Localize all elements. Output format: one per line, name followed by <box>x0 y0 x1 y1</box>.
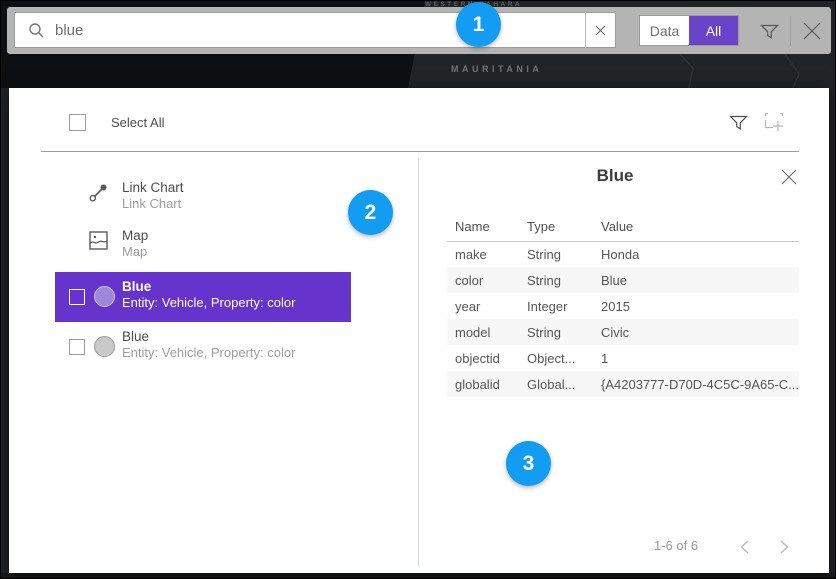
entity-circle-icon <box>94 336 115 357</box>
search-toolbar: Data All <box>7 7 831 54</box>
cell-name: model <box>447 319 519 345</box>
chevron-left-icon <box>740 540 749 554</box>
table-row: objectid Object... 1 <box>447 345 799 371</box>
filter-button[interactable] <box>755 17 783 45</box>
result-subtitle: Link Chart <box>122 196 351 212</box>
cell-name: color <box>447 267 519 293</box>
results-filter-button[interactable] <box>725 109 751 135</box>
callout-badge-1: 1 <box>456 2 501 47</box>
toolbar-divider <box>790 16 791 46</box>
result-title: Map <box>122 228 351 244</box>
next-page-button[interactable] <box>772 535 796 559</box>
cell-value: 2015 <box>593 293 799 319</box>
map-boundary-lines <box>585 54 835 88</box>
cell-value: Civic <box>593 319 799 345</box>
table-row: model String Civic <box>447 319 799 345</box>
callout-badge-2: 2 <box>348 190 393 235</box>
pagination: 1-6 of 6 <box>418 534 812 558</box>
column-header-type: Type <box>519 219 593 241</box>
map-label-mauritania: MAURITANIA <box>451 64 542 74</box>
result-title: Blue <box>122 329 351 345</box>
cell-type: Integer <box>519 293 593 319</box>
search-input[interactable] <box>55 22 585 39</box>
map-icon <box>88 230 109 256</box>
cell-name: make <box>447 241 519 267</box>
callout-badge-3: 3 <box>506 441 551 486</box>
toggle-data-option[interactable]: Data <box>640 16 689 45</box>
result-checkbox[interactable] <box>69 289 85 305</box>
result-subtitle: Entity: Vehicle, Property: color <box>122 345 351 361</box>
previous-page-button[interactable] <box>732 535 756 559</box>
close-search-button[interactable] <box>797 17 827 45</box>
toggle-all-option[interactable]: All <box>689 16 738 45</box>
cell-name: year <box>447 293 519 319</box>
search-icon <box>28 22 45 39</box>
header-divider <box>41 151 799 152</box>
link-chart-icon <box>88 182 109 208</box>
column-header-value: Value <box>593 219 799 241</box>
cell-value: Honda <box>593 241 799 267</box>
cell-value: Blue <box>593 267 799 293</box>
entity-circle-icon <box>94 286 115 307</box>
table-row: globalid Global... {A4203777-D70D-4C5C-9… <box>447 371 799 397</box>
search-results-panel: Select All Link Chart Link Chart Map <box>9 88 829 573</box>
table-row: year Integer 2015 <box>447 293 799 319</box>
scope-toggle: Data All <box>639 15 739 46</box>
cell-type: String <box>519 319 593 345</box>
cell-name: objectid <box>447 345 519 371</box>
result-subtitle: Map <box>122 244 351 260</box>
add-to-selection-button[interactable] <box>761 109 787 135</box>
cell-type: Global... <box>519 371 593 397</box>
detail-title: Blue <box>418 166 812 186</box>
chevron-right-icon <box>780 540 789 554</box>
select-all-checkbox[interactable] <box>69 114 86 131</box>
cell-value: {A4203777-D70D-4C5C-9A65-C... <box>593 371 799 397</box>
funnel-icon <box>728 112 749 133</box>
result-item-map[interactable]: Map Map <box>55 228 351 262</box>
search-box[interactable] <box>14 12 616 48</box>
column-divider <box>418 158 419 566</box>
table-row: make String Honda <box>447 241 799 267</box>
cell-name: globalid <box>447 371 519 397</box>
result-subtitle: Entity: Vehicle, Property: color <box>122 295 351 311</box>
cell-value: 1 <box>593 345 799 371</box>
app-window: WESTERN SAHARA MAURITANIA Data All Selec… <box>0 0 836 579</box>
result-item-blue-selected[interactable]: Blue Entity: Vehicle, Property: color <box>55 272 351 322</box>
result-title: Blue <box>122 279 351 295</box>
result-item-link-chart[interactable]: Link Chart Link Chart <box>55 180 351 214</box>
add-to-selection-icon <box>763 111 785 133</box>
clear-icon <box>595 25 606 36</box>
clear-search-button[interactable] <box>585 12 615 48</box>
table-header-row: Name Type Value <box>447 219 799 241</box>
funnel-icon <box>759 21 780 42</box>
select-all-label: Select All <box>111 115 164 130</box>
pagination-label: 1-6 of 6 <box>654 538 698 553</box>
detail-close-button[interactable] <box>778 166 800 188</box>
column-header-name: Name <box>447 219 519 241</box>
result-title: Link Chart <box>122 180 351 196</box>
table-row: color String Blue <box>447 267 799 293</box>
map-bottom-strip <box>1 573 836 579</box>
result-item-blue[interactable]: Blue Entity: Vehicle, Property: color <box>55 329 351 365</box>
close-icon <box>802 21 822 41</box>
result-checkbox[interactable] <box>69 339 85 355</box>
cell-type: String <box>519 267 593 293</box>
attribute-table: Name Type Value make String Honda color … <box>447 219 799 397</box>
cell-type: Object... <box>519 345 593 371</box>
close-icon <box>781 169 797 185</box>
cell-type: String <box>519 241 593 267</box>
